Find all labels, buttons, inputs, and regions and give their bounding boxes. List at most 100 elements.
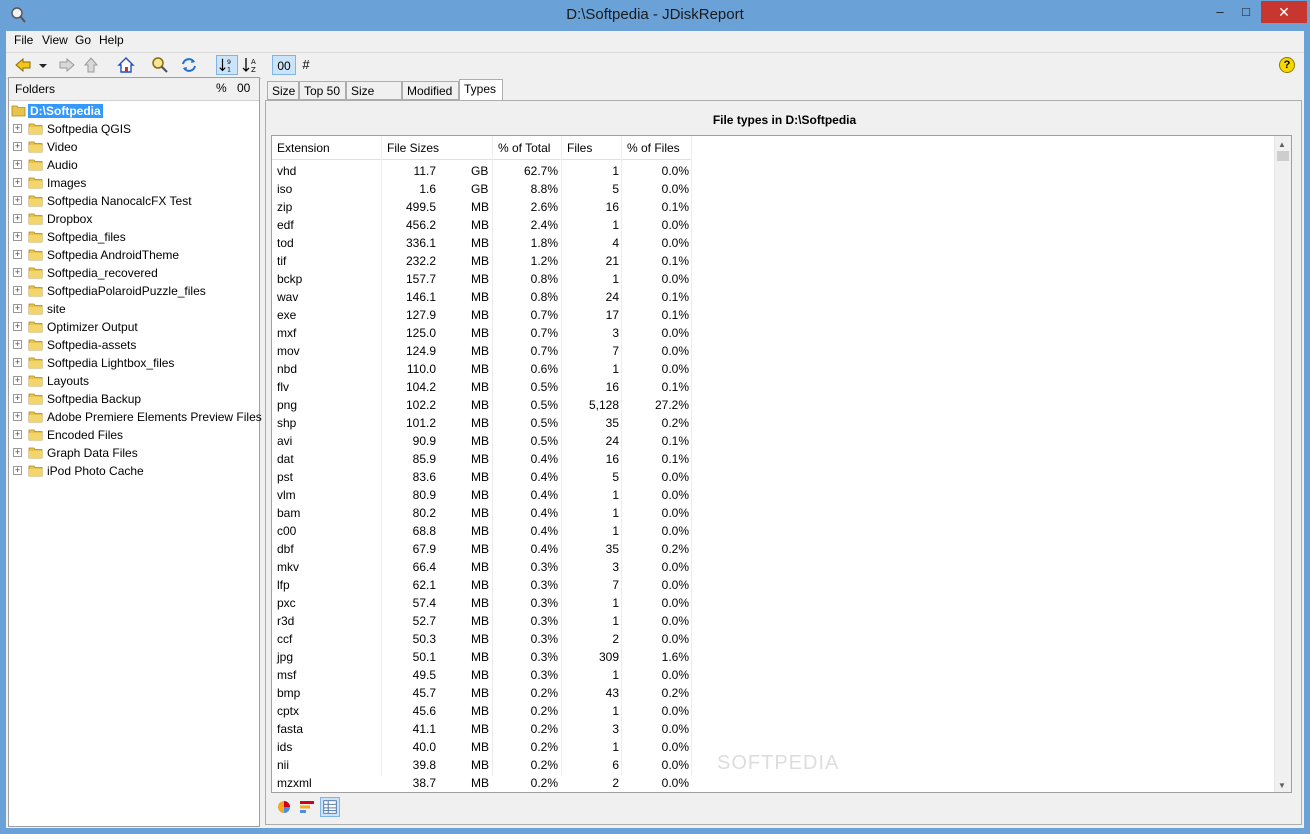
tree-item[interactable]: + Adobe Premiere Elements Preview Files — [9, 408, 262, 426]
expand-icon[interactable]: + — [13, 430, 22, 439]
tree-item[interactable]: + Softpedia QGIS — [9, 120, 259, 138]
tree-item[interactable]: + Graph Data Files — [9, 444, 259, 462]
expand-icon[interactable]: + — [13, 304, 22, 313]
table-row[interactable]: avi 90.9 MB 0.5% 24 0.1% — [272, 433, 692, 451]
close-button[interactable]: ✕ — [1261, 1, 1307, 23]
table-row[interactable]: pxc 57.4 MB 0.3% 1 0.0% — [272, 595, 692, 613]
table-row[interactable]: lfp 62.1 MB 0.3% 7 0.0% — [272, 577, 692, 595]
tree-item[interactable]: + site — [9, 300, 259, 318]
table-row[interactable]: pst 83.6 MB 0.4% 5 0.0% — [272, 469, 692, 487]
table-row[interactable]: mov 124.9 MB 0.7% 7 0.0% — [272, 343, 692, 361]
tree-item[interactable]: + Encoded Files — [9, 426, 259, 444]
table-row[interactable]: tod 336.1 MB 1.8% 4 0.0% — [272, 235, 692, 253]
expand-icon[interactable]: + — [13, 124, 22, 133]
expand-icon[interactable]: + — [13, 232, 22, 241]
tree-item[interactable]: + iPod Photo Cache — [9, 462, 259, 480]
table-row[interactable]: edf 456.2 MB 2.4% 1 0.0% — [272, 217, 692, 235]
expand-icon[interactable]: + — [13, 448, 22, 457]
expand-icon[interactable]: + — [13, 322, 22, 331]
tree-item[interactable]: + Dropbox — [9, 210, 259, 228]
menu-help[interactable]: Help — [99, 33, 124, 47]
menu-view[interactable]: View — [42, 33, 68, 47]
expand-icon[interactable]: + — [13, 160, 22, 169]
scroll-thumb[interactable] — [1277, 151, 1289, 161]
table-row[interactable]: vhd 11.7 GB 62.7% 1 0.0% — [272, 163, 692, 181]
expand-icon[interactable]: + — [13, 142, 22, 151]
title-bar[interactable]: D:\Softpedia - JDiskReport – □ ✕ — [0, 0, 1310, 31]
help-icon[interactable]: ? — [1279, 57, 1295, 73]
expand-icon[interactable]: + — [13, 178, 22, 187]
table-row[interactable]: fasta 41.1 MB 0.2% 3 0.0% — [272, 721, 692, 739]
scroll-up-icon[interactable]: ▲ — [1278, 140, 1286, 149]
table-row[interactable]: vlm 80.9 MB 0.4% 1 0.0% — [272, 487, 692, 505]
table-row[interactable]: mkv 66.4 MB 0.3% 3 0.0% — [272, 559, 692, 577]
tab-size-dist[interactable]: Size Dist — [346, 81, 402, 117]
percent-toggle[interactable]: % — [216, 81, 227, 95]
table-row[interactable]: cptx 45.6 MB 0.2% 1 0.0% — [272, 703, 692, 721]
tree-item[interactable]: + Softpedia AndroidTheme — [9, 246, 259, 264]
tree-item[interactable]: + Softpedia Backup — [9, 390, 259, 408]
table-row[interactable]: msf 49.5 MB 0.3% 1 0.0% — [272, 667, 692, 685]
tab-top-50[interactable]: Top 50 — [299, 81, 346, 100]
vertical-scrollbar[interactable]: ▲ ▼ — [1274, 136, 1291, 792]
expand-icon[interactable]: + — [13, 286, 22, 295]
tree-root[interactable]: D:\Softpedia — [9, 102, 259, 120]
tree-item[interactable]: + Images — [9, 174, 259, 192]
tree-item[interactable]: + Video — [9, 138, 259, 156]
table-row[interactable]: shp 101.2 MB 0.5% 35 0.2% — [272, 415, 692, 433]
expand-icon[interactable]: + — [13, 358, 22, 367]
sort-by-name-icon[interactable]: A Z — [240, 55, 262, 75]
table-row[interactable]: flv 104.2 MB 0.5% 16 0.1% — [272, 379, 692, 397]
expand-icon[interactable]: + — [13, 376, 22, 385]
minimize-button[interactable]: – — [1207, 1, 1233, 23]
back-arrow-icon[interactable] — [14, 55, 32, 75]
bar-chart-icon[interactable] — [297, 797, 317, 817]
expand-icon[interactable]: + — [13, 214, 22, 223]
column-header-file-sizes[interactable]: File Sizes — [382, 136, 493, 160]
table-row[interactable]: tif 232.2 MB 1.2% 21 0.1% — [272, 253, 692, 271]
back-history-dropdown-icon[interactable] — [38, 55, 48, 75]
show-count-toggle[interactable]: # — [298, 55, 314, 75]
tree-item[interactable]: + SoftpediaPolaroidPuzzle_files — [9, 282, 259, 300]
size-toggle[interactable]: 00 — [237, 81, 250, 95]
table-row[interactable]: mzxml 38.7 MB 0.2% 2 0.0% — [272, 775, 692, 792]
menu-file[interactable]: File — [14, 33, 33, 47]
tab-size[interactable]: Size — [267, 81, 299, 100]
table-row[interactable]: c00 68.8 MB 0.4% 1 0.0% — [272, 523, 692, 541]
tree-item[interactable]: + Layouts — [9, 372, 259, 390]
tree-item[interactable]: + Optimizer Output — [9, 318, 259, 336]
tree-item[interactable]: + Audio — [9, 156, 259, 174]
table-row[interactable]: iso 1.6 GB 8.8% 5 0.0% — [272, 181, 692, 199]
show-size-toggle[interactable]: 00 — [272, 55, 296, 75]
table-row[interactable]: dbf 67.9 MB 0.4% 35 0.2% — [272, 541, 692, 559]
table-row[interactable]: ids 40.0 MB 0.2% 1 0.0% — [272, 739, 692, 757]
table-row[interactable]: dat 85.9 MB 0.4% 16 0.1% — [272, 451, 692, 469]
expand-icon[interactable]: + — [13, 250, 22, 259]
table-row[interactable]: jpg 50.1 MB 0.3% 309 1.6% — [272, 649, 692, 667]
sort-by-size-icon[interactable]: 9 1 — [216, 55, 238, 75]
tree-item[interactable]: + Softpedia NanocalcFX Test — [9, 192, 259, 210]
expand-icon[interactable]: + — [13, 394, 22, 403]
table-row[interactable]: ccf 50.3 MB 0.3% 2 0.0% — [272, 631, 692, 649]
expand-icon[interactable]: + — [13, 196, 22, 205]
refresh-icon[interactable] — [180, 55, 198, 75]
scroll-down-icon[interactable]: ▼ — [1278, 781, 1286, 790]
expand-icon[interactable]: + — [13, 412, 22, 421]
table-row[interactable]: exe 127.9 MB 0.7% 17 0.1% — [272, 307, 692, 325]
tree-item[interactable]: + Softpedia-assets — [9, 336, 259, 354]
table-row[interactable]: wav 146.1 MB 0.8% 24 0.1% — [272, 289, 692, 307]
column-header-files[interactable]: Files — [562, 136, 622, 160]
table-row[interactable]: bckp 157.7 MB 0.8% 1 0.0% — [272, 271, 692, 289]
table-row[interactable]: nii 39.8 MB 0.2% 6 0.0% — [272, 757, 692, 775]
column-header-extension[interactable]: Extension — [272, 136, 382, 160]
expand-icon[interactable]: + — [13, 268, 22, 277]
pie-chart-icon[interactable] — [274, 797, 294, 817]
expand-icon[interactable]: + — [13, 466, 22, 475]
table-row[interactable]: nbd 110.0 MB 0.6% 1 0.0% — [272, 361, 692, 379]
table-row[interactable]: png 102.2 MB 0.5% 5,128 27.2% — [272, 397, 692, 415]
home-icon[interactable] — [117, 55, 135, 75]
tab-modified[interactable]: Modified — [402, 81, 459, 100]
tree-item[interactable]: + Softpedia_recovered — [9, 264, 259, 282]
expand-icon[interactable]: + — [13, 340, 22, 349]
search-icon[interactable] — [151, 55, 169, 75]
